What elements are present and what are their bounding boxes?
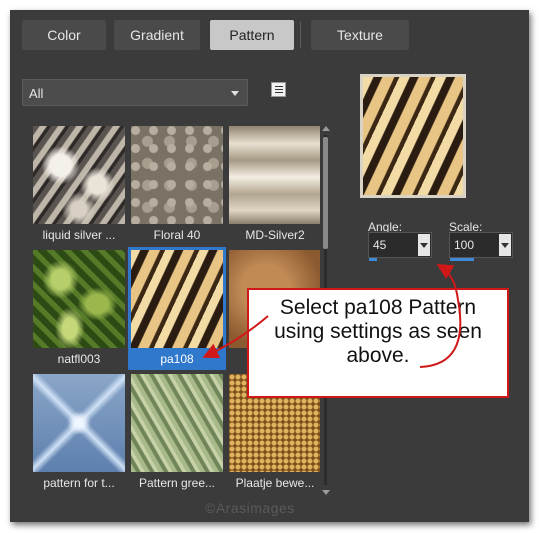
watermark: ©Arasimages <box>205 500 295 516</box>
arrow-to-pa108 <box>202 315 269 359</box>
annotation-arrows <box>202 263 462 368</box>
arrow-to-settings <box>419 263 462 368</box>
